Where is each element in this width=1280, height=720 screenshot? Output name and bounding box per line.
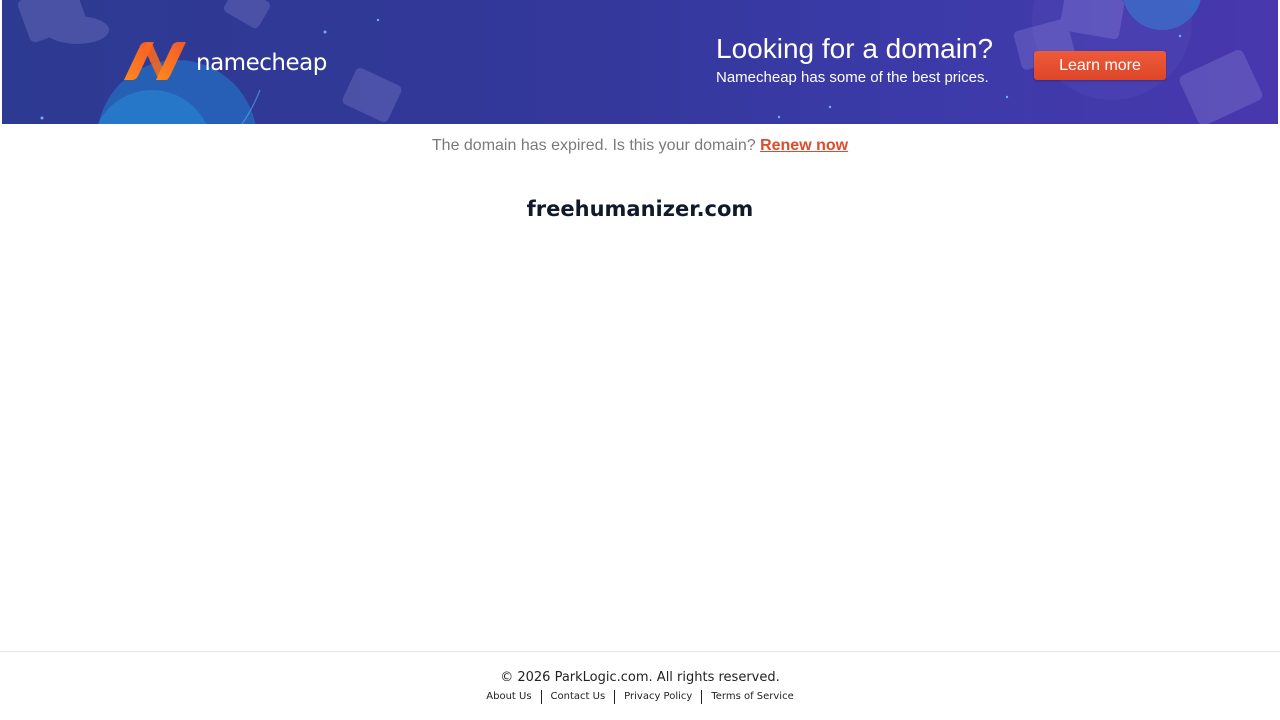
parked-domain-page: namecheap Looking for a domain? Namechea… — [0, 0, 1280, 720]
namecheap-ad-banner[interactable]: namecheap Looking for a domain? Namechea… — [2, 0, 1278, 124]
copyright-text: © 2026 ParkLogic.com. All rights reserve… — [500, 670, 780, 685]
namecheap-logo[interactable]: namecheap — [122, 42, 327, 82]
footer-link-about-us[interactable]: About Us — [477, 690, 540, 704]
expiry-notice: The domain has expired. Is this your dom… — [0, 136, 1280, 156]
footer-link-terms-of-service[interactable]: Terms of Service — [702, 690, 802, 704]
namecheap-logo-icon — [124, 42, 186, 80]
promo-text: Looking for a domain? Namecheap has some… — [716, 33, 993, 88]
footer-link-privacy-policy[interactable]: Privacy Policy — [615, 690, 701, 704]
expiry-notice-text: The domain has expired. Is this your dom… — [431, 137, 756, 154]
logo-wordmark: namecheap — [196, 49, 327, 76]
footer-links: About Us Contact Us Privacy Policy Terms… — [0, 690, 1280, 704]
domain-name-heading: freehumanizer.com — [526, 197, 754, 221]
renew-now-link[interactable]: Renew now — [760, 137, 848, 154]
footer: © 2026 ParkLogic.com. All rights reserve… — [0, 651, 1280, 720]
promo-subtitle: Namecheap has some of the best prices. — [716, 69, 989, 86]
footer-link-contact-us[interactable]: Contact Us — [542, 690, 615, 704]
promo-title: Looking for a domain? — [716, 33, 994, 64]
learn-more-button[interactable]: Learn more — [1034, 51, 1166, 80]
